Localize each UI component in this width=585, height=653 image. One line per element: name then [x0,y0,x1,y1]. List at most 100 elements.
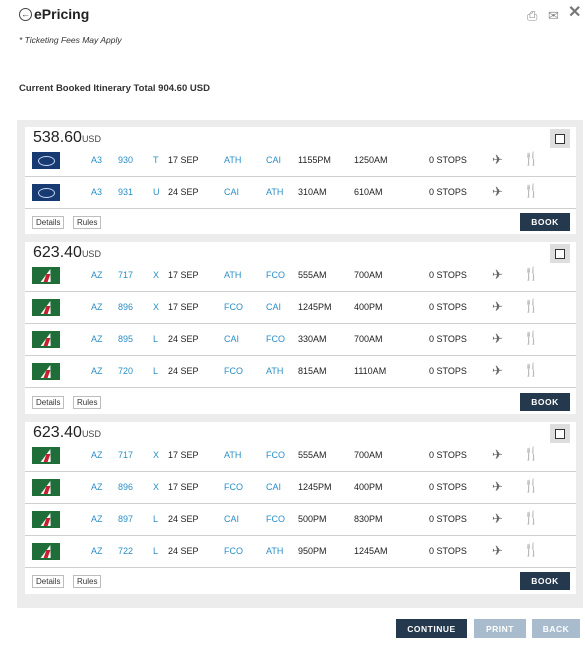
airplane-icon[interactable]: ✈ [492,543,503,559]
mail-icon[interactable]: ✉ [548,9,559,22]
booking-class[interactable]: X [153,270,159,280]
airplane-icon[interactable]: ✈ [492,479,503,495]
airplane-icon[interactable]: ✈ [492,511,503,527]
meal-icon[interactable]: 🍴 [523,330,539,346]
alitalia-logo-icon [32,363,60,380]
meal-icon[interactable]: 🍴 [523,183,539,199]
destination-airport[interactable]: CAI [266,302,281,312]
details-button[interactable]: Details [32,396,65,409]
origin-airport[interactable]: ATH [224,270,241,280]
book-button[interactable]: BOOK [520,393,570,411]
flight-number[interactable]: 930 [118,155,133,165]
origin-airport[interactable]: CAI [224,334,239,344]
meal-icon[interactable]: 🍴 [523,266,539,282]
booking-class[interactable]: L [153,366,158,376]
meal-icon[interactable]: 🍴 [523,510,539,526]
booking-class[interactable]: T [153,155,159,165]
booking-class[interactable]: X [153,302,159,312]
book-button[interactable]: BOOK [520,572,570,590]
destination-airport[interactable]: FCO [266,334,285,344]
flight-number[interactable]: 895 [118,334,133,344]
origin-airport[interactable]: FCO [224,366,243,376]
destination-airport[interactable]: FCO [266,450,285,460]
flight-number[interactable]: 717 [118,270,133,280]
destination-airport[interactable]: ATH [266,366,283,376]
stops-count: 0 STOPS [429,270,467,280]
airline-code[interactable]: AZ [91,302,103,312]
stops-count: 0 STOPS [429,155,467,165]
origin-airport[interactable]: FCO [224,302,243,312]
meal-icon[interactable]: 🍴 [523,362,539,378]
airline-code[interactable]: A3 [91,187,102,197]
close-icon[interactable]: ✕ [568,5,581,21]
airline-code[interactable]: AZ [91,514,103,524]
airplane-icon[interactable]: ✈ [492,447,503,463]
meal-icon[interactable]: 🍴 [523,151,539,167]
airline-code[interactable]: AZ [91,334,103,344]
stops-count: 0 STOPS [429,187,467,197]
flight-segment-row: AZ 720 L 24 SEP FCO ATH 815AM 1110AM 0 S… [25,356,576,388]
airplane-icon[interactable]: ✈ [492,299,503,315]
meal-icon[interactable]: 🍴 [523,542,539,558]
price-amount: 623.40 [33,424,82,441]
arrival-time: 700AM [354,270,383,280]
airplane-icon[interactable]: ✈ [492,267,503,283]
destination-airport[interactable]: CAI [266,482,281,492]
destination-airport[interactable]: FCO [266,270,285,280]
flight-number[interactable]: 720 [118,366,133,376]
flight-number[interactable]: 896 [118,302,133,312]
origin-airport[interactable]: ATH [224,155,241,165]
stops-count: 0 STOPS [429,482,467,492]
booking-class[interactable]: X [153,482,159,492]
meal-icon[interactable]: 🍴 [523,298,539,314]
booking-class[interactable]: L [153,514,158,524]
destination-airport[interactable]: ATH [266,546,283,556]
airplane-icon[interactable]: ✈ [492,152,503,168]
destination-airport[interactable]: CAI [266,155,281,165]
airplane-icon[interactable]: ✈ [492,363,503,379]
meal-icon[interactable]: 🍴 [523,446,539,462]
flight-number[interactable]: 722 [118,546,133,556]
booking-class[interactable]: L [153,546,158,556]
airplane-icon[interactable]: ✈ [492,331,503,347]
details-button[interactable]: Details [32,575,65,588]
flight-number[interactable]: 896 [118,482,133,492]
rules-button[interactable]: Rules [73,396,102,409]
flight-number[interactable]: 931 [118,187,133,197]
airline-code[interactable]: A3 [91,155,102,165]
origin-airport[interactable]: FCO [224,546,243,556]
airline-code[interactable]: AZ [91,482,103,492]
alitalia-logo-icon [32,447,60,464]
meal-icon[interactable]: 🍴 [523,478,539,494]
book-button[interactable]: BOOK [520,213,570,231]
destination-airport[interactable]: FCO [266,514,285,524]
booking-class[interactable]: X [153,450,159,460]
booking-class[interactable]: U [153,187,160,197]
print-button[interactable]: PRINT [474,619,526,638]
destination-airport[interactable]: ATH [266,187,283,197]
flight-date: 24 SEP [168,187,199,197]
rules-button[interactable]: Rules [73,216,102,229]
flight-date: 17 SEP [168,302,199,312]
airline-code[interactable]: AZ [91,270,103,280]
rules-button[interactable]: Rules [73,575,102,588]
origin-airport[interactable]: FCO [224,482,243,492]
origin-airport[interactable]: CAI [224,514,239,524]
airline-code[interactable]: AZ [91,546,103,556]
continue-button[interactable]: CONTINUE [396,619,467,638]
back-arrow-icon[interactable]: ← [19,8,32,21]
printer-icon[interactable]: ⎙ [527,9,537,22]
details-button[interactable]: Details [32,216,65,229]
alitalia-logo-icon [32,511,60,528]
flight-number[interactable]: 717 [118,450,133,460]
arrival-time: 400PM [354,482,383,492]
origin-airport[interactable]: CAI [224,187,239,197]
origin-airport[interactable]: ATH [224,450,241,460]
back-button[interactable]: BACK [532,619,580,638]
airline-code[interactable]: AZ [91,450,103,460]
airline-code[interactable]: AZ [91,366,103,376]
booking-class[interactable]: L [153,334,158,344]
airplane-icon[interactable]: ✈ [492,184,503,200]
flight-number[interactable]: 897 [118,514,133,524]
stops-count: 0 STOPS [429,302,467,312]
